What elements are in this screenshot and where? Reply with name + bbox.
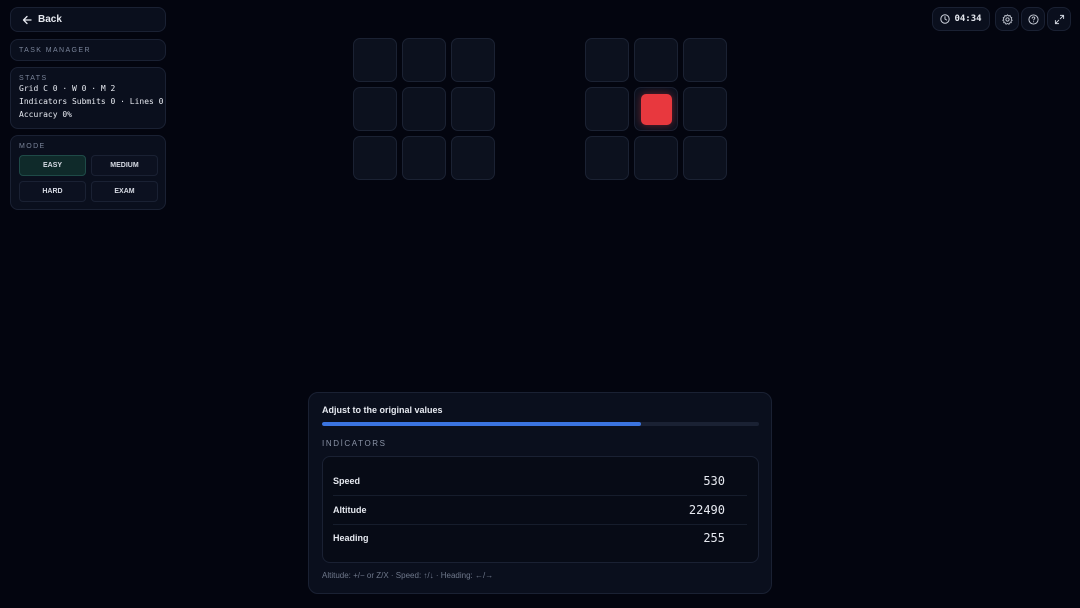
grid-cell[interactable] <box>402 38 446 82</box>
help-icon <box>1027 13 1039 25</box>
grid-cell[interactable] <box>353 87 397 131</box>
indicator-value[interactable]: 22490 <box>689 503 725 517</box>
indicators-section-label: INDİCATORS <box>322 439 387 448</box>
settings-button[interactable] <box>995 7 1019 31</box>
timer: 04:34 <box>932 7 990 31</box>
grid-cell[interactable] <box>585 136 629 180</box>
indicator-row-heading: Heading 255 <box>333 524 747 552</box>
grid-cell[interactable] <box>683 136 727 180</box>
task-title-panel: TASK MANAGER <box>10 39 166 61</box>
progress-bar <box>322 422 759 426</box>
indicator-row-speed: Speed 530 <box>333 467 747 496</box>
mode-easy-button[interactable]: EASY <box>19 155 86 176</box>
task-title: TASK MANAGER <box>19 46 91 54</box>
mode-panel: MODE EASY MEDIUM HARD EXAM <box>10 135 166 210</box>
fullscreen-button[interactable] <box>1047 7 1071 31</box>
grid-cell[interactable] <box>451 38 495 82</box>
mode-hard-button[interactable]: HARD <box>19 181 86 202</box>
grid-cell[interactable] <box>634 38 678 82</box>
help-button[interactable] <box>1021 7 1045 31</box>
indicators-list: Speed 530 Altitude 22490 Heading 255 <box>322 456 759 563</box>
timer-value: 04:34 <box>954 14 982 24</box>
progress-fill <box>322 422 641 426</box>
grid-cell[interactable] <box>683 38 727 82</box>
grid-cell[interactable] <box>451 136 495 180</box>
keyboard-hint: Altitude: +/− or Z/X · Speed: ↑/↓ · Head… <box>322 571 494 580</box>
mode-heading: MODE <box>19 143 46 150</box>
indicators-instruction: Adjust to the original values <box>322 405 443 415</box>
grid-cell[interactable] <box>683 87 727 131</box>
left-grid <box>353 38 495 180</box>
mode-medium-button[interactable]: MEDIUM <box>91 155 158 176</box>
grid-cell[interactable] <box>402 136 446 180</box>
grid-cell[interactable] <box>634 87 678 131</box>
grid-cell[interactable] <box>451 87 495 131</box>
indicators-panel: Adjust to the original values INDİCATORS… <box>308 392 772 594</box>
stats-panel: STATS Grid C 0 · W 0 · M 2 Indicators Su… <box>10 67 166 129</box>
indicator-label: Heading <box>333 533 369 543</box>
mode-exam-button[interactable]: EXAM <box>91 181 158 202</box>
fullscreen-icon <box>1054 14 1064 24</box>
clock-icon <box>940 14 951 24</box>
stats-accuracy-line: Accuracy 0% <box>19 110 72 119</box>
indicator-value[interactable]: 255 <box>703 531 725 545</box>
stats-heading: STATS <box>19 75 48 82</box>
indicator-value[interactable]: 530 <box>703 474 725 488</box>
back-label: Back <box>38 14 62 25</box>
grid-cell[interactable] <box>402 87 446 131</box>
stats-indicators-line: Indicators Submits 0 · Lines 0 <box>19 97 164 106</box>
lit-indicator <box>640 93 672 125</box>
right-grid <box>585 38 727 180</box>
grid-cell[interactable] <box>353 136 397 180</box>
grid-cell[interactable] <box>585 87 629 131</box>
arrow-left-icon <box>22 15 32 25</box>
indicator-label: Altitude <box>333 505 367 515</box>
gear-icon <box>1001 13 1013 25</box>
back-button[interactable]: Back <box>10 7 166 32</box>
grid-cell[interactable] <box>353 38 397 82</box>
grid-cell[interactable] <box>585 38 629 82</box>
indicator-label: Speed <box>333 476 361 486</box>
grid-cell[interactable] <box>634 136 678 180</box>
indicator-row-altitude: Altitude 22490 <box>333 496 747 525</box>
stats-grid-line: Grid C 0 · W 0 · M 2 <box>19 84 116 93</box>
